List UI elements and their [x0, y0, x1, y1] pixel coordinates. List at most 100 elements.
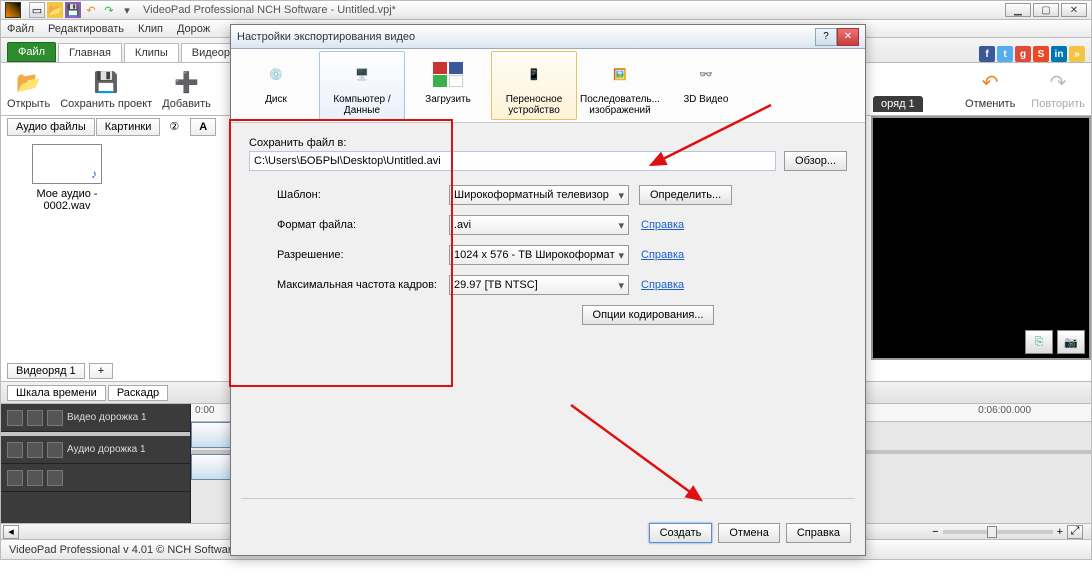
format-select[interactable]: .avi — [449, 215, 629, 235]
save-project-button[interactable]: 💾 Сохранить проект — [60, 68, 152, 110]
maximize-button[interactable]: ▢ — [1033, 3, 1059, 17]
time-tick-6: 0:06:00.000 — [978, 405, 1031, 416]
dialog-help-button[interactable]: ? — [815, 28, 837, 46]
dialog-titlebar: Настройки экспортирования видео ? ✕ — [231, 25, 865, 49]
export-target-toolbar: 💿 Диск 🖥️ Компьютер / Данные Загрузить 📱… — [231, 49, 865, 123]
zoom-out-icon[interactable]: − — [932, 526, 938, 538]
ribbon-tab-home[interactable]: Главная — [58, 43, 122, 62]
folder-open-icon: 📂 — [15, 68, 43, 96]
track-mute-icon-2[interactable] — [7, 470, 23, 486]
track-eye-icon[interactable] — [7, 410, 23, 426]
social-twitter-icon[interactable]: t — [997, 46, 1013, 62]
export-image-sequence[interactable]: 🖼️ Последователь... изображений — [577, 51, 663, 120]
media-tab-a[interactable]: A — [190, 118, 216, 136]
detect-button[interactable]: Определить... — [639, 185, 732, 205]
help-button[interactable]: Справка — [786, 523, 851, 543]
track-amenu-icon[interactable] — [47, 442, 63, 458]
media-tab-images[interactable]: Картинки — [96, 118, 161, 136]
audio-track-header-2[interactable] — [1, 464, 190, 492]
export-portable[interactable]: 📱 Переносное устройство — [491, 51, 577, 120]
format-help-link[interactable]: Справка — [641, 219, 684, 231]
encoding-options-button[interactable]: Опции кодирования... — [582, 305, 715, 325]
social-linkedin-icon[interactable]: in — [1051, 46, 1067, 62]
social-share-icon[interactable]: » — [1069, 46, 1085, 62]
video-track-header[interactable]: Видео дорожка 1 — [1, 404, 190, 432]
export-3d[interactable]: 👓 3D Видео — [663, 51, 749, 120]
preview-split-icon[interactable]: ⎘ — [1025, 330, 1053, 354]
redo-button[interactable]: ↷ Повторить — [1031, 68, 1085, 110]
fps-help-link[interactable]: Справка — [641, 279, 684, 291]
ribbon-tab-clips[interactable]: Клипы — [124, 43, 179, 62]
timeline-tab-storyboard[interactable]: Раскадр — [108, 385, 168, 401]
undo-icon: ↶ — [976, 68, 1004, 96]
audio-track-header[interactable]: Аудио дорожка 1 — [1, 436, 190, 464]
qat-undo-icon[interactable]: ↶ — [83, 2, 99, 18]
export-disk[interactable]: 💿 Диск — [233, 51, 319, 120]
qat-icon-1[interactable]: ▭ — [29, 2, 45, 18]
social-facebook-icon[interactable]: f — [979, 46, 995, 62]
preview-snapshot-icon[interactable]: 📷 — [1057, 330, 1085, 354]
preset-select[interactable]: Широкоформатный телевизор — [449, 185, 629, 205]
dialog-body: Сохранить файл в: Обзор... Шаблон: Широк… — [231, 123, 865, 349]
audio-clip[interactable] — [191, 454, 231, 480]
export-upload[interactable]: Загрузить — [405, 51, 491, 120]
browse-button[interactable]: Обзор... — [784, 151, 847, 171]
scroll-left-icon[interactable]: ◂ — [3, 525, 19, 539]
menu-track[interactable]: Дорож — [177, 23, 210, 35]
resolution-label: Разрешение: — [249, 249, 449, 261]
zoom-slider[interactable] — [943, 530, 1053, 534]
sequence-add-tab[interactable]: + — [89, 363, 113, 379]
3d-glasses-icon: 👓 — [685, 56, 727, 92]
psp-icon: 📱 — [513, 56, 555, 92]
close-button[interactable]: ✕ — [1061, 3, 1087, 17]
media-item[interactable]: Мое аудио - 0002.wav — [17, 144, 117, 212]
track-mute-icon[interactable] — [7, 442, 23, 458]
window-titlebar: ▭ 📂 💾 ↶ ↷ ▾ VideoPad Professional NCH So… — [0, 0, 1092, 20]
save-path-input[interactable] — [249, 151, 776, 171]
menu-file[interactable]: Файл — [7, 23, 34, 35]
zoom-in-icon[interactable]: + — [1057, 526, 1063, 538]
video-clip[interactable] — [191, 422, 231, 448]
fps-value: 29.97 [ТВ NTSC] — [454, 279, 538, 291]
export-dialog: Настройки экспортирования видео ? ✕ 💿 Ди… — [230, 24, 866, 556]
zoom-fit-icon[interactable]: ⤢ — [1067, 525, 1083, 539]
resolution-select[interactable]: 1024 x 576 - ТВ Широкоформат — [449, 245, 629, 265]
media-tab-audio[interactable]: Аудио файлы — [7, 118, 95, 136]
track-menu-icon[interactable] — [47, 410, 63, 426]
resolution-help-link[interactable]: Справка — [641, 249, 684, 261]
dialog-close-button[interactable]: ✕ — [837, 28, 859, 46]
social-stumble-icon[interactable]: S — [1033, 46, 1049, 62]
track-solo-icon[interactable] — [27, 442, 43, 458]
format-label: Формат файла: — [249, 219, 449, 231]
open-button[interactable]: 📂 Открыть — [7, 68, 50, 110]
export-computer-label: Компьютер / Данные — [320, 94, 404, 116]
sequence-tab-1[interactable]: Видеоряд 1 — [7, 363, 85, 379]
qat-dropdown-icon[interactable]: ▾ — [119, 2, 135, 18]
save-icon: 💾 — [92, 68, 120, 96]
timeline-track-headers: Видео дорожка 1 Аудио дорожка 1 — [1, 404, 191, 523]
preset-value: Широкоформатный телевизор — [454, 189, 609, 201]
timeline-tab-timeline[interactable]: Шкала времени — [7, 385, 106, 401]
undo-button[interactable]: ↶ Отменить — [965, 68, 1015, 110]
track-lock-icon[interactable] — [27, 410, 43, 426]
export-computer[interactable]: 🖥️ Компьютер / Данные — [319, 51, 405, 120]
redo-label: Повторить — [1031, 98, 1085, 110]
qat-redo-icon[interactable]: ↷ — [101, 2, 117, 18]
track-amenu-icon-2[interactable] — [47, 470, 63, 486]
add-button[interactable]: ➕ Добавить — [162, 68, 211, 110]
qat-open-icon[interactable]: 📂 — [47, 2, 63, 18]
menu-edit[interactable]: Редактировать — [48, 23, 124, 35]
video-track-label: Видео дорожка 1 — [67, 412, 147, 423]
cancel-button[interactable]: Отмена — [718, 523, 779, 543]
minimize-button[interactable]: ▁ — [1005, 3, 1031, 17]
ribbon-file-tab[interactable]: Файл — [7, 42, 56, 62]
menu-clip[interactable]: Клип — [138, 23, 163, 35]
preview-tab[interactable]: оряд 1 — [873, 96, 923, 112]
export-image-sequence-label: Последователь... изображений — [578, 94, 662, 116]
social-google-icon[interactable]: g — [1015, 46, 1031, 62]
track-solo-icon-2[interactable] — [27, 470, 43, 486]
app-icon — [5, 2, 21, 18]
fps-select[interactable]: 29.97 [ТВ NTSC] — [449, 275, 629, 295]
qat-save-icon[interactable]: 💾 — [65, 2, 81, 18]
create-button[interactable]: Создать — [649, 523, 713, 543]
